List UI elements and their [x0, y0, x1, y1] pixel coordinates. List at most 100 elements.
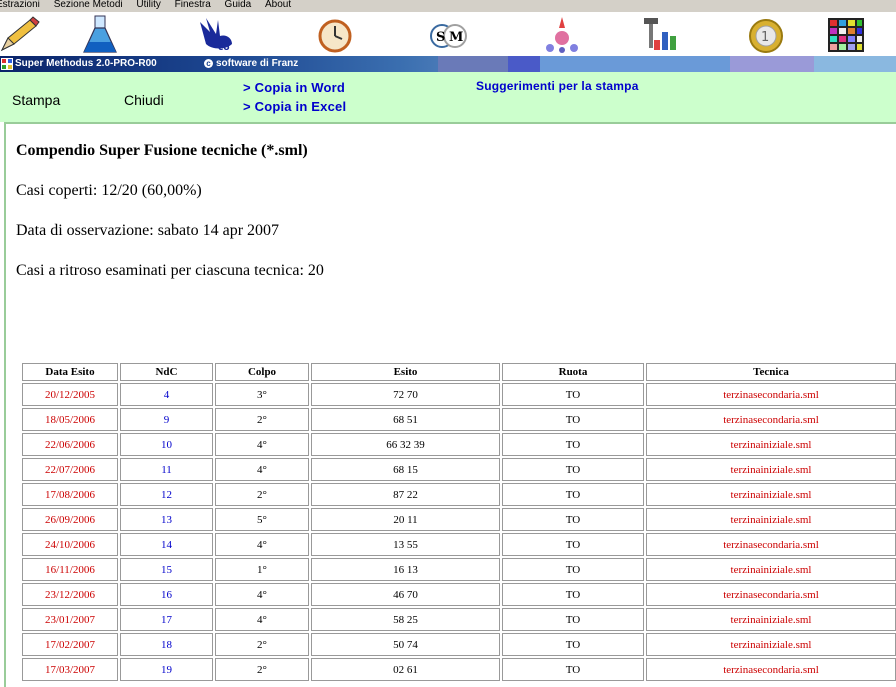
copyright-credit: c software di Franz	[204, 56, 298, 72]
header-tecnica: Tecnica	[646, 363, 896, 381]
report-area: Compendio Super Fusione tecniche (*.sml)…	[4, 122, 896, 687]
cell-esito: 72 70	[311, 383, 500, 406]
cell-colpo: 4°	[215, 583, 309, 606]
cell-tecnica: terzinasecondaria.sml	[646, 533, 896, 556]
cell-tecnica: terzinasecondaria.sml	[646, 583, 896, 606]
cell-data-esito: 22/07/2006	[22, 458, 118, 481]
menu-utility[interactable]: Utility	[136, 0, 160, 10]
pencil-icon[interactable]	[0, 14, 40, 54]
cell-colpo: 2°	[215, 633, 309, 656]
cell-data-esito: 22/06/2006	[22, 433, 118, 456]
cell-esito: 02 61	[311, 658, 500, 681]
cell-data-esito: 17/08/2006	[22, 483, 118, 506]
table-row: 18/05/2006 9 2° 68 51 TO terzinasecondaria.sm…	[22, 408, 896, 431]
euro-coin-icon[interactable]: 1	[746, 14, 786, 54]
bird-logo-icon[interactable]: co	[196, 14, 236, 54]
cell-ndc: 19	[120, 658, 213, 681]
cell-esito: 46 70	[311, 583, 500, 606]
cell-ruota: TO	[502, 433, 644, 456]
table-row: 26/09/2006 13 5° 20 11 TO terzinainiziale.sml	[22, 508, 896, 531]
copia-excel-link[interactable]: > Copia in Excel	[243, 99, 346, 114]
stampa-button[interactable]: Stampa	[12, 92, 60, 108]
header-ruota: Ruota	[502, 363, 644, 381]
cell-ndc: 18	[120, 633, 213, 656]
cell-colpo: 4°	[215, 433, 309, 456]
suggerimenti-link[interactable]: Suggerimenti per la stampa	[476, 79, 639, 93]
sm-logo-icon[interactable]: S M	[428, 14, 468, 54]
table-row: 17/02/2007 18 2° 50 74 TO terzinainiziale.sml	[22, 633, 896, 656]
chiudi-button[interactable]: Chiudi	[124, 92, 164, 108]
titlebar-segment	[814, 56, 896, 72]
cell-data-esito: 23/01/2007	[22, 608, 118, 631]
copyright-icon: c	[204, 59, 213, 68]
cell-data-esito: 16/11/2006	[22, 558, 118, 581]
cell-esito: 68 51	[311, 408, 500, 431]
menu-estrazioni[interactable]: Estrazioni	[0, 0, 40, 10]
titlebar-segment	[730, 56, 814, 72]
header-ndc: NdC	[120, 363, 213, 381]
cell-ruota: TO	[502, 658, 644, 681]
app-icon	[1, 58, 13, 70]
cell-ndc: 10	[120, 433, 213, 456]
table-header-row: Data Esito NdC Colpo Esito Ruota Tecnica	[22, 363, 896, 381]
table-row: 16/11/2006 15 1° 16 13 TO terzinainiziale.sml	[22, 558, 896, 581]
menu-about[interactable]: About	[265, 0, 291, 10]
cell-tecnica: terzinasecondaria.sml	[646, 408, 896, 431]
svg-text:co: co	[218, 43, 230, 53]
cell-ndc: 12	[120, 483, 213, 506]
cell-ndc: 4	[120, 383, 213, 406]
icon-toolbar: co S M 1	[0, 12, 896, 56]
cell-colpo: 4°	[215, 533, 309, 556]
copia-word-link[interactable]: > Copia in Word	[243, 80, 345, 95]
menu-bar: Estrazioni Sezione Metodi Utility Finest…	[0, 0, 896, 12]
cell-colpo: 3°	[215, 383, 309, 406]
cell-ruota: TO	[502, 608, 644, 631]
cell-esito: 58 25	[311, 608, 500, 631]
table-row: 22/07/2006 11 4° 68 15 TO terzinainiziale.sml	[22, 458, 896, 481]
cell-data-esito: 26/09/2006	[22, 508, 118, 531]
cell-tecnica: terzinainiziale.sml	[646, 458, 896, 481]
table-row: 17/03/2007 19 2° 02 61 TO terzinasecondaria.s…	[22, 658, 896, 681]
cell-data-esito: 18/05/2006	[22, 408, 118, 431]
titlebar-segment	[508, 56, 540, 72]
cell-tecnica: terzinainiziale.sml	[646, 483, 896, 506]
clock-icon[interactable]	[315, 14, 355, 54]
cell-data-esito: 20/12/2005	[22, 383, 118, 406]
cell-ndc: 9	[120, 408, 213, 431]
cell-tecnica: terzinasecondaria.sml	[646, 658, 896, 681]
cell-tecnica: terzinainiziale.sml	[646, 558, 896, 581]
svg-text:1: 1	[761, 30, 769, 45]
table-row: 17/08/2006 12 2° 87 22 TO terzinainiziale.sml	[22, 483, 896, 506]
menu-guida[interactable]: Guida	[225, 0, 252, 10]
cell-data-esito: 17/03/2007	[22, 658, 118, 681]
cell-colpo: 4°	[215, 458, 309, 481]
window-title-bar: Super Methodus 2.0-PRO-R00 c software di …	[0, 56, 896, 72]
cell-ndc: 17	[120, 608, 213, 631]
menu-sezione-metodi[interactable]: Sezione Metodi	[54, 0, 123, 10]
casi-coperti: Casi coperti: 12/20 (60,00%)	[16, 182, 202, 199]
casi-esaminati: Casi a ritroso esaminati per ciascuna te…	[16, 262, 324, 279]
cell-colpo: 1°	[215, 558, 309, 581]
cell-esito: 20 11	[311, 508, 500, 531]
flask-icon[interactable]	[80, 14, 120, 54]
results-table: Data Esito NdC Colpo Esito Ruota Tecnica…	[20, 361, 896, 683]
header-esito: Esito	[311, 363, 500, 381]
header-data-esito: Data Esito	[22, 363, 118, 381]
color-grid-icon[interactable]	[826, 14, 866, 54]
cell-ruota: TO	[502, 408, 644, 431]
menu-finestra[interactable]: Finestra	[175, 0, 211, 10]
cell-colpo: 5°	[215, 508, 309, 531]
cell-tecnica: terzinainiziale.sml	[646, 608, 896, 631]
cell-ruota: TO	[502, 533, 644, 556]
cell-ruota: TO	[502, 508, 644, 531]
cell-esito: 66 32 39	[311, 433, 500, 456]
tools-icon[interactable]	[640, 14, 680, 54]
cell-ndc: 15	[120, 558, 213, 581]
cell-esito: 13 55	[311, 533, 500, 556]
molecule-icon[interactable]	[542, 14, 582, 54]
report-title: Compendio Super Fusione tecniche (*.sml)	[16, 142, 308, 159]
svg-text:M: M	[449, 30, 463, 45]
cell-esito: 87 22	[311, 483, 500, 506]
table-row: 22/06/2006 10 4° 66 32 39 TO terzinainiziale.…	[22, 433, 896, 456]
cell-ruota: TO	[502, 583, 644, 606]
